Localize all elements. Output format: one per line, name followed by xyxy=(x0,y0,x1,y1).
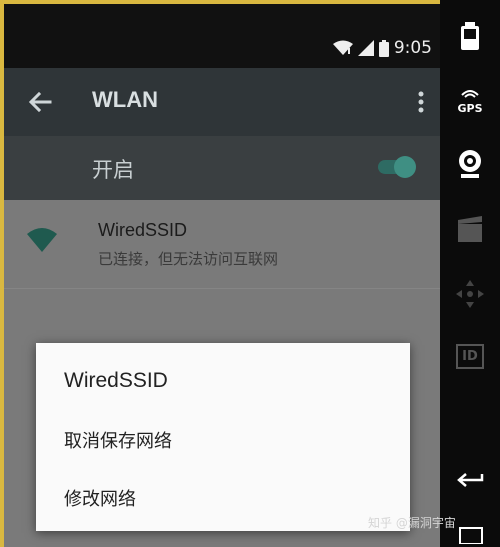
back-key-icon[interactable] xyxy=(440,468,500,490)
forget-network-item[interactable]: 取消保存网络 xyxy=(64,427,172,453)
network-name: WiredSSID xyxy=(98,220,188,240)
network-options-dialog: WiredSSID 取消保存网络 修改网络 xyxy=(36,343,410,531)
battery-control-icon[interactable] xyxy=(440,22,500,50)
wifi-full-icon xyxy=(27,228,57,252)
gps-button[interactable]: GPS xyxy=(440,84,500,115)
device-id-button[interactable]: ID xyxy=(440,344,500,369)
wlan-toggle[interactable] xyxy=(378,156,416,178)
toggle-thumb xyxy=(394,156,416,178)
cell-signal-icon xyxy=(357,40,374,56)
back-arrow-icon[interactable] xyxy=(24,86,56,118)
emulator-sidebar: GPS ID xyxy=(440,0,500,547)
device-id-label: ID xyxy=(456,344,484,369)
page-title: WLAN xyxy=(92,87,158,112)
wifi-signal-icon xyxy=(332,40,353,55)
screen-record-icon[interactable] xyxy=(440,216,500,244)
dpad-icon[interactable] xyxy=(440,278,500,310)
app-toolbar: WLAN xyxy=(4,68,440,136)
webcam-icon[interactable] xyxy=(440,148,500,180)
network-status: 已连接，但无法访问互联网 xyxy=(98,250,279,268)
battery-icon xyxy=(378,39,389,57)
overflow-menu-icon[interactable] xyxy=(416,86,426,118)
dialog-title: WiredSSID xyxy=(64,369,168,392)
gps-signal-icon xyxy=(461,90,479,98)
watermark: 知乎 @漏洞宇宙 xyxy=(368,516,456,530)
list-item-network[interactable]: WiredSSID 已连接，但无法访问互联网 xyxy=(4,200,440,289)
modify-network-item[interactable]: 修改网络 xyxy=(64,485,136,511)
switch-label: 开启 xyxy=(92,158,134,182)
status-icons: 9:05 xyxy=(332,38,432,58)
status-bar: 9:05 xyxy=(4,32,440,68)
clock: 9:05 xyxy=(393,38,432,58)
gps-label: GPS xyxy=(457,102,483,115)
android-screen: 9:05 WLAN 开启 WiredSSID 已连接，但无法访问互联网 Wire… xyxy=(4,4,440,547)
wlan-switch-bar[interactable]: 开启 xyxy=(4,136,440,200)
